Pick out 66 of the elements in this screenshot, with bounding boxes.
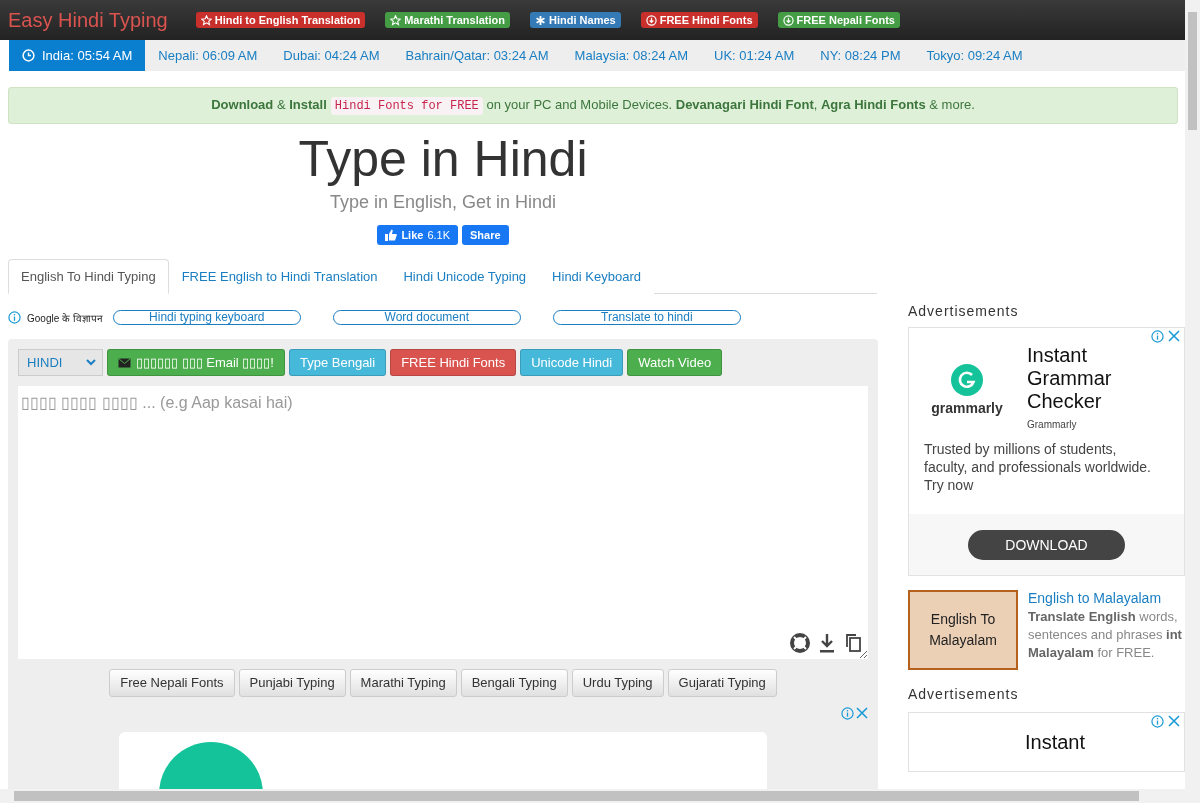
copy-icon[interactable] bbox=[844, 632, 862, 653]
mail-icon bbox=[118, 357, 131, 368]
clock-tab[interactable]: NY: 08:24 PM bbox=[807, 40, 914, 71]
clock-tab[interactable]: Tokyo: 09:24 AM bbox=[913, 40, 1036, 71]
page-subtitle: Type in English, Get in Hindi bbox=[328, 192, 558, 213]
clock-tab[interactable]: Nepali: 06:09 AM bbox=[145, 40, 271, 71]
nav-link[interactable]: FREE Nepali Fonts bbox=[777, 12, 900, 28]
toolbar-button[interactable]: FREE Hindi Fonts bbox=[390, 349, 517, 376]
nav-link[interactable]: Marathi Translation bbox=[385, 12, 511, 28]
toolbar-button[interactable]: Watch Video bbox=[627, 349, 723, 376]
close-icon[interactable] bbox=[1168, 330, 1180, 342]
toolbar-button[interactable]: Unicode Hindi bbox=[520, 349, 624, 376]
asterisk-icon bbox=[535, 14, 547, 26]
ad-logo-text: grammarly bbox=[931, 400, 1003, 416]
ad-label: Google के विज्ञापन bbox=[27, 311, 103, 325]
close-icon[interactable] bbox=[856, 706, 868, 719]
thumbs-up-icon bbox=[385, 229, 398, 241]
info-icon[interactable] bbox=[1151, 715, 1164, 728]
language-button[interactable]: Urdu Typing bbox=[571, 668, 664, 697]
language-button[interactable]: Bengali Typing bbox=[460, 668, 568, 697]
grammarly-logo-icon bbox=[951, 364, 983, 396]
download-icon[interactable] bbox=[818, 632, 836, 653]
site-logo[interactable]: Easy Hindi Typing bbox=[8, 8, 168, 32]
language-button[interactable]: Free Nepali Fonts bbox=[109, 668, 235, 697]
info-icon[interactable] bbox=[841, 706, 854, 720]
clock-tab[interactable]: Bahrain/Qatar: 03:24 AM bbox=[392, 40, 562, 71]
ads-heading: Advertisements bbox=[908, 303, 1020, 319]
star-icon bbox=[390, 14, 402, 26]
ad-title[interactable]: Instant Grammar Checker bbox=[1027, 344, 1127, 413]
toolbar-button[interactable]: ▯▯▯▯▯▯ ▯▯▯ Email ▯▯▯▯! bbox=[107, 349, 285, 376]
nav-link[interactable]: FREE Hindi Fonts bbox=[640, 12, 758, 28]
language-button[interactable]: Punjabi Typing bbox=[238, 668, 346, 697]
language-button[interactable]: Gujarati Typing bbox=[667, 668, 777, 697]
chevron-icon bbox=[86, 359, 96, 366]
page-title: Type in Hindi bbox=[297, 130, 589, 188]
ad-description: Trusted by millions of students, faculty, and professionals worldwide. Try now bbox=[924, 440, 1152, 494]
download-button[interactable]: DOWNLOAD bbox=[968, 529, 1125, 560]
download-icon bbox=[782, 14, 794, 26]
lifebuoy-icon[interactable] bbox=[790, 632, 810, 653]
like-button[interactable]: Like 6.1K bbox=[377, 225, 459, 245]
ads-heading: Advertisements bbox=[908, 686, 1020, 702]
star-icon bbox=[200, 14, 212, 26]
nav-link[interactable]: Hindi Names bbox=[530, 12, 621, 28]
ad-advertiser: Grammarly bbox=[1027, 419, 1078, 430]
clock-tab[interactable]: Dubai: 04:24 AM bbox=[270, 40, 393, 71]
clock-tab[interactable]: Malaysia: 08:24 AM bbox=[561, 40, 702, 71]
promo-description: Translate English words, sentences and phrases int Malayalam for FREE. bbox=[1028, 608, 1182, 662]
clock-tab[interactable]: India: 05:54 AM bbox=[9, 40, 146, 71]
promo-link[interactable]: English to Malayalam bbox=[1028, 590, 1182, 606]
share-button[interactable]: Share bbox=[462, 225, 509, 245]
download-icon bbox=[645, 14, 657, 26]
promo-tile[interactable]: English To Malayalam bbox=[908, 590, 1018, 670]
close-icon[interactable] bbox=[1168, 715, 1180, 727]
ad-title[interactable]: Instant bbox=[1025, 731, 1125, 754]
toolbar-button[interactable]: Type Bengali bbox=[288, 349, 387, 376]
horizontal-scrollbar[interactable] bbox=[0, 789, 1185, 803]
info-icon[interactable] bbox=[1151, 330, 1164, 343]
tab[interactable]: English To Hindi Typing bbox=[8, 259, 169, 294]
nav-link[interactable]: Hindi to English Translation bbox=[195, 12, 366, 28]
notice-banner: Download & Install Hindi Fonts for FREE on your PC and Mobile Devices. Devanagari Hindi Font, Agra Hindi Fonts & more. bbox=[8, 87, 1178, 124]
clock-tab[interactable]: UK: 01:24 AM bbox=[701, 40, 808, 71]
language-select[interactable]: HINDI bbox=[18, 349, 103, 376]
clock-icon bbox=[22, 49, 35, 62]
vertical-scrollbar[interactable] bbox=[1185, 0, 1200, 803]
language-button[interactable]: Marathi Typing bbox=[349, 668, 457, 697]
info-icon[interactable] bbox=[8, 311, 21, 324]
